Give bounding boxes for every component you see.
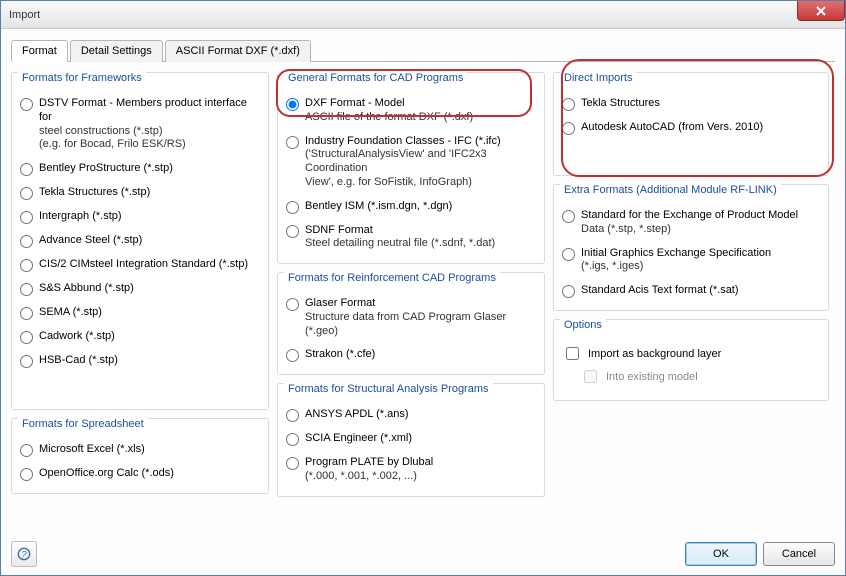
radio-bentley-prostructure[interactable]: Bentley ProStructure (*.stp) <box>20 162 260 176</box>
close-button[interactable] <box>797 1 845 21</box>
window-title: Import <box>9 9 40 21</box>
radio-hsb-cad[interactable]: HSB-Cad (*.stp) <box>20 354 260 368</box>
radio-sema[interactable]: SEMA (*.stp) <box>20 306 260 320</box>
radio-intergraph[interactable]: Intergraph (*.stp) <box>20 210 260 224</box>
group-title: Formats for Spreadsheet <box>18 418 148 430</box>
group-options: Options Import as background layer Into … <box>553 319 829 401</box>
group-title: Extra Formats (Additional Module RF-LINK… <box>560 184 781 196</box>
radio-ansys-apdl[interactable]: ANSYS APDL (*.ans) <box>286 408 536 422</box>
import-dialog: Import Format Detail Settings ASCII Form… <box>0 0 846 576</box>
help-button[interactable]: ? <box>11 541 37 567</box>
radio-dstv[interactable]: DSTV Format - Members product interface … <box>20 97 260 152</box>
footer: ? OK Cancel <box>11 541 835 567</box>
group-title: Formats for Reinforcement CAD Programs <box>284 272 500 284</box>
radio-strakon[interactable]: Strakon (*.cfe) <box>286 348 536 362</box>
ok-button[interactable]: OK <box>685 542 757 566</box>
tab-detail-settings[interactable]: Detail Settings <box>70 40 163 62</box>
radio-tekla-structures[interactable]: Tekla Structures <box>562 97 820 111</box>
group-title: Formats for Structural Analysis Programs <box>284 383 493 395</box>
radio-autodesk-autocad[interactable]: Autodesk AutoCAD (from Vers. 2010) <box>562 121 820 135</box>
group-title: Options <box>560 319 606 331</box>
radio-program-plate-dlubal[interactable]: Program PLATE by Dlubal(*.000, *.001, *.… <box>286 456 536 484</box>
radio-ss-abbund[interactable]: S&S Abbund (*.stp) <box>20 282 260 296</box>
titlebar: Import <box>1 1 845 29</box>
radio-microsoft-excel[interactable]: Microsoft Excel (*.xls) <box>20 443 260 457</box>
tab-format[interactable]: Format <box>11 40 68 62</box>
radio-sat[interactable]: Standard Acis Text format (*.sat) <box>562 284 820 298</box>
group-structural-analysis: Formats for Structural Analysis Programs… <box>277 383 545 497</box>
group-direct-imports: Direct Imports Tekla Structures Autodesk… <box>553 72 829 176</box>
radio-iges[interactable]: Initial Graphics Exchange Specification(… <box>562 247 820 275</box>
radio-ifc[interactable]: Industry Foundation Classes - IFC (*.ifc… <box>286 135 536 190</box>
dialog-body: Format Detail Settings ASCII Format DXF … <box>1 29 845 503</box>
radio-scia-engineer[interactable]: SCIA Engineer (*.xml) <box>286 432 536 446</box>
check-into-existing-model: Into existing model <box>580 367 820 386</box>
radio-advance-steel[interactable]: Advance Steel (*.stp) <box>20 234 260 248</box>
tab-ascii-format-dxf[interactable]: ASCII Format DXF (*.dxf) <box>165 40 311 62</box>
check-import-background-layer[interactable]: Import as background layer <box>562 344 820 363</box>
svg-text:?: ? <box>21 550 27 561</box>
group-extra-formats: Extra Formats (Additional Module RF-LINK… <box>553 184 829 311</box>
group-title: Direct Imports <box>560 72 636 84</box>
cancel-button[interactable]: Cancel <box>763 542 835 566</box>
radio-bentley-ism[interactable]: Bentley ISM (*.ism.dgn, *.dgn) <box>286 200 536 214</box>
radio-step[interactable]: Standard for the Exchange of Product Mod… <box>562 209 820 237</box>
radio-dxf-format[interactable]: DXF Format - ModelASCII file of the form… <box>286 97 536 125</box>
radio-sdnf[interactable]: SDNF FormatSteel detailing neutral file … <box>286 224 536 252</box>
group-general-cad: General Formats for CAD Programs DXF For… <box>277 72 545 264</box>
column-right: Direct Imports Tekla Structures Autodesk… <box>553 72 829 497</box>
radio-tekla-structures-stp[interactable]: Tekla Structures (*.stp) <box>20 186 260 200</box>
radio-openoffice-calc[interactable]: OpenOffice.org Calc (*.ods) <box>20 467 260 481</box>
column-cad: General Formats for CAD Programs DXF For… <box>277 72 545 497</box>
group-formats-frameworks: Formats for Frameworks DSTV Format - Mem… <box>11 72 269 410</box>
group-title: General Formats for CAD Programs <box>284 72 467 84</box>
group-reinforcement-cad: Formats for Reinforcement CAD Programs G… <box>277 272 545 375</box>
radio-cadwork[interactable]: Cadwork (*.stp) <box>20 330 260 344</box>
close-icon <box>816 6 826 16</box>
group-title: Formats for Frameworks <box>18 72 146 84</box>
radio-cis2-cimsteel[interactable]: CIS/2 CIMsteel Integration Standard (*.s… <box>20 258 260 272</box>
tabstrip: Format Detail Settings ASCII Format DXF … <box>11 39 835 62</box>
group-formats-spreadsheet: Formats for Spreadsheet Microsoft Excel … <box>11 418 269 494</box>
columns: Formats for Frameworks DSTV Format - Mem… <box>11 72 835 497</box>
column-frameworks: Formats for Frameworks DSTV Format - Mem… <box>11 72 269 497</box>
radio-glaser[interactable]: Glaser FormatStructure data from CAD Pro… <box>286 297 536 338</box>
help-icon: ? <box>17 547 31 561</box>
